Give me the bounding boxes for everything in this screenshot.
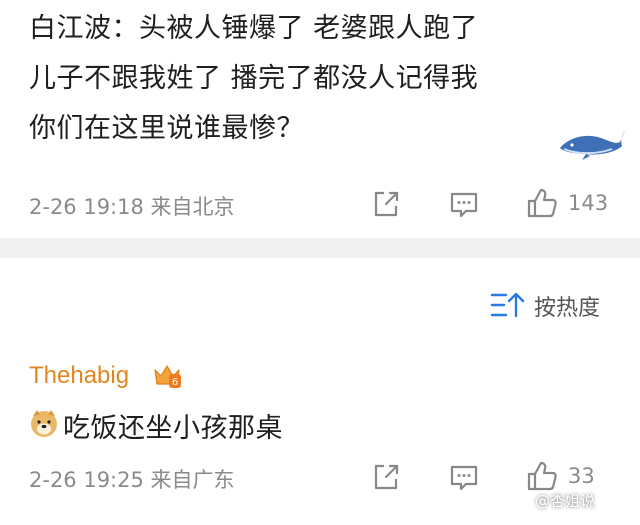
section-separator [0,238,640,258]
svg-text:6: 6 [172,377,178,388]
reply-text: 吃饭还坐小孩那桌 [63,413,283,444]
watermark: @杏姐说 [535,492,596,510]
whale-sticker-icon [560,128,626,160]
comment-line: 儿子不跟我姓了 播完了都没人记得我 [29,63,479,94]
like-icon[interactable] [525,186,559,220]
comment-section: 按热度 Thehabig 6 吃饭还坐小孩那桌 2-26 19:25 来自广东 [0,258,640,525]
username[interactable]: Thehabig [29,362,129,389]
comment-line: 白江波：头被人锤爆了 老婆跟人跑了 [29,13,479,44]
sort-label: 按热度 [534,296,601,321]
sort-by-hot-button[interactable]: 按热度 [490,286,615,322]
comment-icon[interactable] [448,188,480,220]
like-count: 143 [568,191,609,215]
comment-card: 白江波：头被人锤爆了 老婆跟人跑了 儿子不跟我姓了 播完了都没人记得我 你们在这… [0,0,640,238]
doge-emoji-icon [31,410,57,437]
comment-timestamp: 2-26 19:25 来自广东 [29,468,235,492]
comment-line: 你们在这里说谁最惨？ [29,113,304,144]
comment-icon[interactable] [448,461,480,493]
comment-timestamp: 2-26 19:18 来自北京 [29,195,235,219]
comment-meta: 2-26 19:18 来自北京 143 [0,184,640,224]
like-icon[interactable] [525,459,559,493]
like-count: 33 [568,464,595,488]
comment-text: 白江波：头被人锤爆了 老婆跟人跑了 儿子不跟我姓了 播完了都没人记得我 你们在这… [29,4,589,154]
vip-crown-icon: 6 [154,365,181,388]
comment-author[interactable]: Thehabig 6 [29,362,181,396]
share-icon[interactable] [370,461,402,493]
sort-icon [490,292,525,318]
share-icon[interactable] [370,188,402,220]
